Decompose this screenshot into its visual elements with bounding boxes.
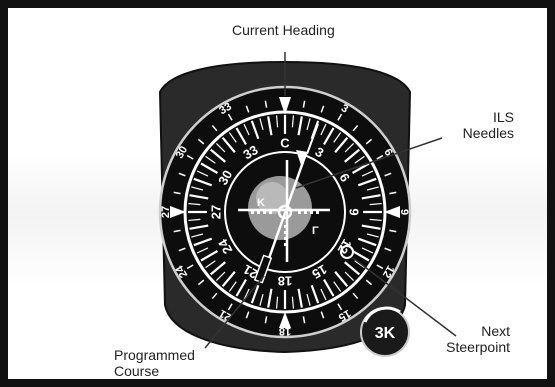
compass-card-label: C bbox=[280, 136, 290, 151]
callout-next-line1: Next bbox=[481, 323, 510, 339]
gyro-letter-left: K bbox=[257, 197, 265, 209]
callout-course-line1: Programmed bbox=[114, 347, 195, 363]
callout-course-line2: Course bbox=[114, 363, 160, 379]
compass-card-label: 9 bbox=[347, 208, 362, 215]
outer-scale-label: 18 bbox=[279, 325, 291, 337]
outer-scale-label: 27 bbox=[160, 206, 172, 218]
callout-next-line2: Steerpoint bbox=[446, 339, 510, 355]
gyro-letter-right: Γ bbox=[312, 225, 319, 237]
callout-ils-line2: Needles bbox=[462, 125, 514, 141]
heading-knob-label: 3K bbox=[375, 325, 396, 342]
outer-scale-label: 9 bbox=[398, 209, 410, 215]
compass-card-label: 27 bbox=[209, 205, 224, 219]
compass-card-label: 18 bbox=[278, 274, 292, 289]
callout-ils-line1: ILS bbox=[492, 109, 514, 125]
callout-current-heading: Current Heading bbox=[232, 22, 335, 38]
